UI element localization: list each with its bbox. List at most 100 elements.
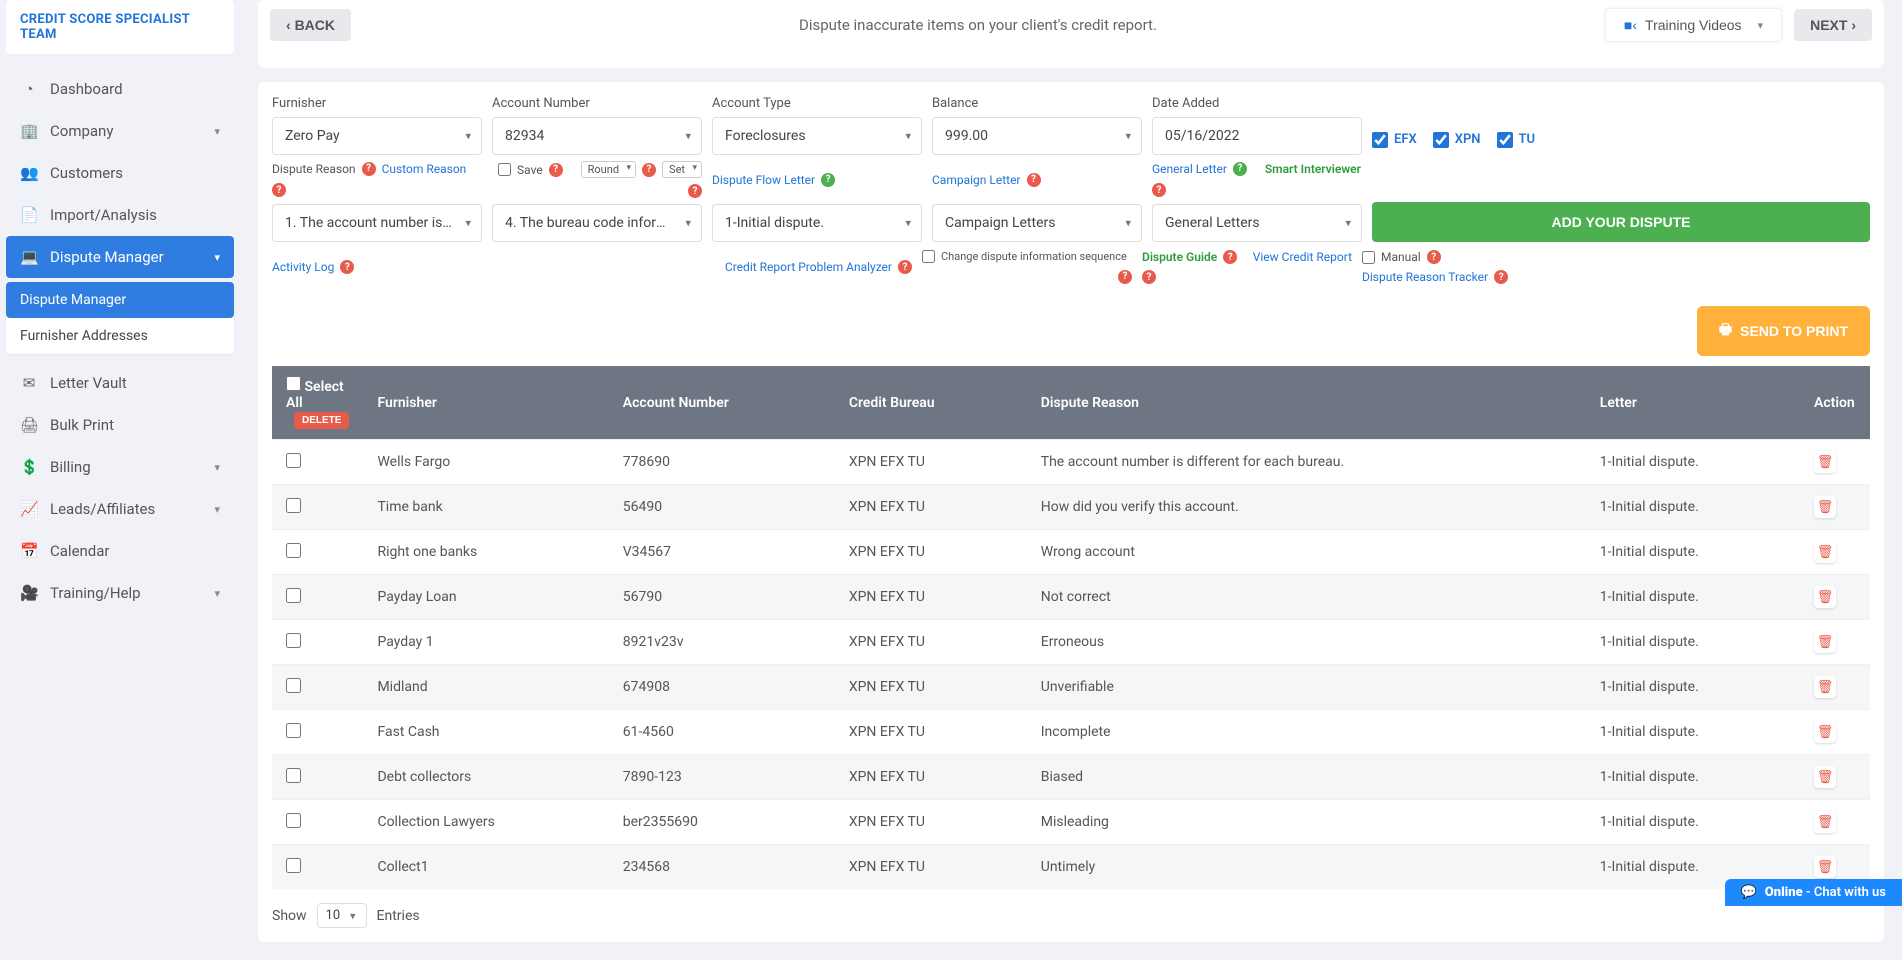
sidebar-subitem-furnisher-addresses[interactable]: Furnisher Addresses: [6, 318, 234, 354]
help-icon[interactable]: ?: [821, 173, 835, 187]
table-row: Fast Cash61-4560XPN EFX TUIncomplete1-In…: [272, 710, 1870, 755]
row-checkbox[interactable]: [286, 543, 301, 558]
delete-row-button[interactable]: 🗑: [1814, 451, 1836, 473]
sidebar-item-billing[interactable]: 💲Billing▾: [6, 446, 234, 488]
account-number-select[interactable]: 82934: [492, 117, 702, 155]
row-checkbox[interactable]: [286, 453, 301, 468]
general-letter-link[interactable]: General Letter: [1152, 162, 1227, 176]
help-icon[interactable]: ?: [272, 183, 286, 197]
cell-furnisher: Payday Loan: [363, 575, 608, 620]
help-icon[interactable]: ?: [1142, 270, 1156, 284]
help-icon[interactable]: ?: [1027, 173, 1041, 187]
view-credit-report-link[interactable]: View Credit Report: [1253, 250, 1352, 264]
activity-log-link[interactable]: Activity Log: [272, 260, 334, 274]
dispute-guide-link[interactable]: Dispute Guide: [1142, 250, 1217, 264]
furnisher-select[interactable]: Zero Pay: [272, 117, 482, 155]
cell-dispute-reason: The account number is different for each…: [1027, 440, 1586, 485]
sidebar-item-dashboard[interactable]: ◔Dashboard: [6, 68, 234, 110]
row-checkbox[interactable]: [286, 678, 301, 693]
help-icon[interactable]: ?: [549, 163, 563, 177]
campaign-letters-select[interactable]: Campaign Letters: [932, 204, 1142, 242]
delete-row-button[interactable]: 🗑: [1814, 586, 1836, 608]
dispute-reason-tracker-link[interactable]: Dispute Reason Tracker: [1362, 270, 1488, 284]
pager-count-select[interactable]: 10: [317, 903, 367, 928]
row-checkbox[interactable]: [286, 633, 301, 648]
set-select[interactable]: Set: [662, 161, 702, 178]
help-icon[interactable]: ?: [642, 163, 656, 177]
row-checkbox[interactable]: [286, 813, 301, 828]
smart-interviewer-link[interactable]: Smart Interviewer: [1265, 162, 1361, 176]
cell-dispute-reason: Wrong account: [1027, 530, 1586, 575]
help-icon[interactable]: ?: [1233, 162, 1247, 176]
help-icon[interactable]: ?: [1494, 270, 1508, 284]
round-select[interactable]: Round: [581, 161, 636, 178]
back-button[interactable]: ‹ BACK: [270, 9, 351, 41]
sidebar-icon: 👥: [20, 164, 38, 182]
xpn-checkbox[interactable]: XPN: [1433, 132, 1481, 148]
help-icon[interactable]: ?: [1152, 183, 1166, 197]
dispute-flow-letter-select[interactable]: 1-Initial dispute.: [712, 204, 922, 242]
select-all-checkbox[interactable]: [286, 376, 301, 391]
chevron-down-icon: ▾: [214, 125, 220, 138]
trash-icon: 🗑: [1817, 680, 1834, 695]
cell-letter: 1-Initial dispute.: [1586, 665, 1800, 710]
chat-widget[interactable]: 💬 Online - Chat with us: [1725, 879, 1902, 906]
cell-credit-bureau: XPN EFX TU: [835, 440, 1027, 485]
sidebar-item-leads-affiliates[interactable]: 📈Leads/Affiliates▾: [6, 488, 234, 530]
delete-row-button[interactable]: 🗑: [1814, 676, 1836, 698]
delete-row-button[interactable]: 🗑: [1814, 811, 1836, 833]
delete-row-button[interactable]: 🗑: [1814, 496, 1836, 518]
training-videos-button[interactable]: ■‹ Training Videos ▾: [1605, 8, 1782, 42]
next-button[interactable]: NEXT ›: [1794, 9, 1872, 41]
help-icon[interactable]: ?: [898, 260, 912, 274]
sidebar-subitem-dispute-manager[interactable]: Dispute Manager: [6, 282, 234, 318]
delete-row-button[interactable]: 🗑: [1814, 766, 1836, 788]
send-to-print-button[interactable]: 🖶 SEND TO PRINT: [1697, 306, 1870, 356]
sidebar-item-training-help[interactable]: 🎥Training/Help▾: [6, 572, 234, 614]
manual-checkbox[interactable]: [1362, 251, 1375, 264]
campaign-letter-link[interactable]: Campaign Letter: [932, 173, 1021, 187]
help-icon[interactable]: ?: [1427, 250, 1441, 264]
delete-row-button[interactable]: 🗑: [1814, 541, 1836, 563]
account-type-select[interactable]: Foreclosures: [712, 117, 922, 155]
row-checkbox[interactable]: [286, 768, 301, 783]
save-checkbox[interactable]: [498, 163, 511, 176]
row-checkbox[interactable]: [286, 498, 301, 513]
help-icon[interactable]: ?: [340, 260, 354, 274]
row-checkbox[interactable]: [286, 588, 301, 603]
credit-report-analyzer-link[interactable]: Credit Report Problem Analyzer: [725, 260, 892, 274]
efx-checkbox[interactable]: EFX: [1372, 132, 1417, 148]
sidebar-item-import-analysis[interactable]: 📄Import/Analysis: [6, 194, 234, 236]
add-your-dispute-button[interactable]: ADD YOUR DISPUTE: [1372, 202, 1870, 242]
cell-dispute-reason: Incomplete: [1027, 710, 1586, 755]
help-icon[interactable]: ?: [1118, 270, 1132, 284]
tu-checkbox[interactable]: TU: [1497, 132, 1536, 148]
sidebar-item-company[interactable]: 🏢Company▾: [6, 110, 234, 152]
sidebar-item-dispute-manager[interactable]: 💻Dispute Manager▾: [6, 236, 234, 278]
delete-row-button[interactable]: 🗑: [1814, 631, 1836, 653]
sidebar-item-bulk-print[interactable]: 🖨Bulk Print: [6, 404, 234, 446]
sidebar-item-calendar[interactable]: 📅Calendar: [6, 530, 234, 572]
custom-reason-link[interactable]: Custom Reason: [382, 162, 467, 176]
sidebar-item-label: Billing: [50, 458, 91, 476]
delete-row-button[interactable]: 🗑: [1814, 856, 1836, 878]
dispute-reason-1-select[interactable]: 1. The account number is differe: [272, 204, 482, 242]
sidebar-item-letter-vault[interactable]: ✉Letter Vault: [6, 362, 234, 404]
dispute-reason-2-select[interactable]: 4. The bureau code information: [492, 204, 702, 242]
change-sequence-checkbox[interactable]: [922, 250, 935, 263]
help-icon[interactable]: ?: [688, 184, 702, 198]
sidebar-item-label: Customers: [50, 164, 123, 182]
chevron-down-icon: ▾: [214, 251, 220, 264]
help-icon[interactable]: ?: [1223, 250, 1237, 264]
balance-select[interactable]: 999.00: [932, 117, 1142, 155]
sidebar-item-customers[interactable]: 👥 Customers: [6, 152, 234, 194]
row-checkbox[interactable]: [286, 723, 301, 738]
delete-row-button[interactable]: 🗑: [1814, 721, 1836, 743]
date-added-input[interactable]: 05/16/2022: [1152, 117, 1362, 155]
help-icon[interactable]: ?: [362, 162, 376, 176]
delete-selected-button[interactable]: DELETE: [294, 412, 349, 429]
row-checkbox[interactable]: [286, 858, 301, 873]
general-letters-select[interactable]: General Letters: [1152, 204, 1362, 242]
cell-letter: 1-Initial dispute.: [1586, 440, 1800, 485]
dispute-flow-letter-link[interactable]: Dispute Flow Letter: [712, 173, 815, 187]
